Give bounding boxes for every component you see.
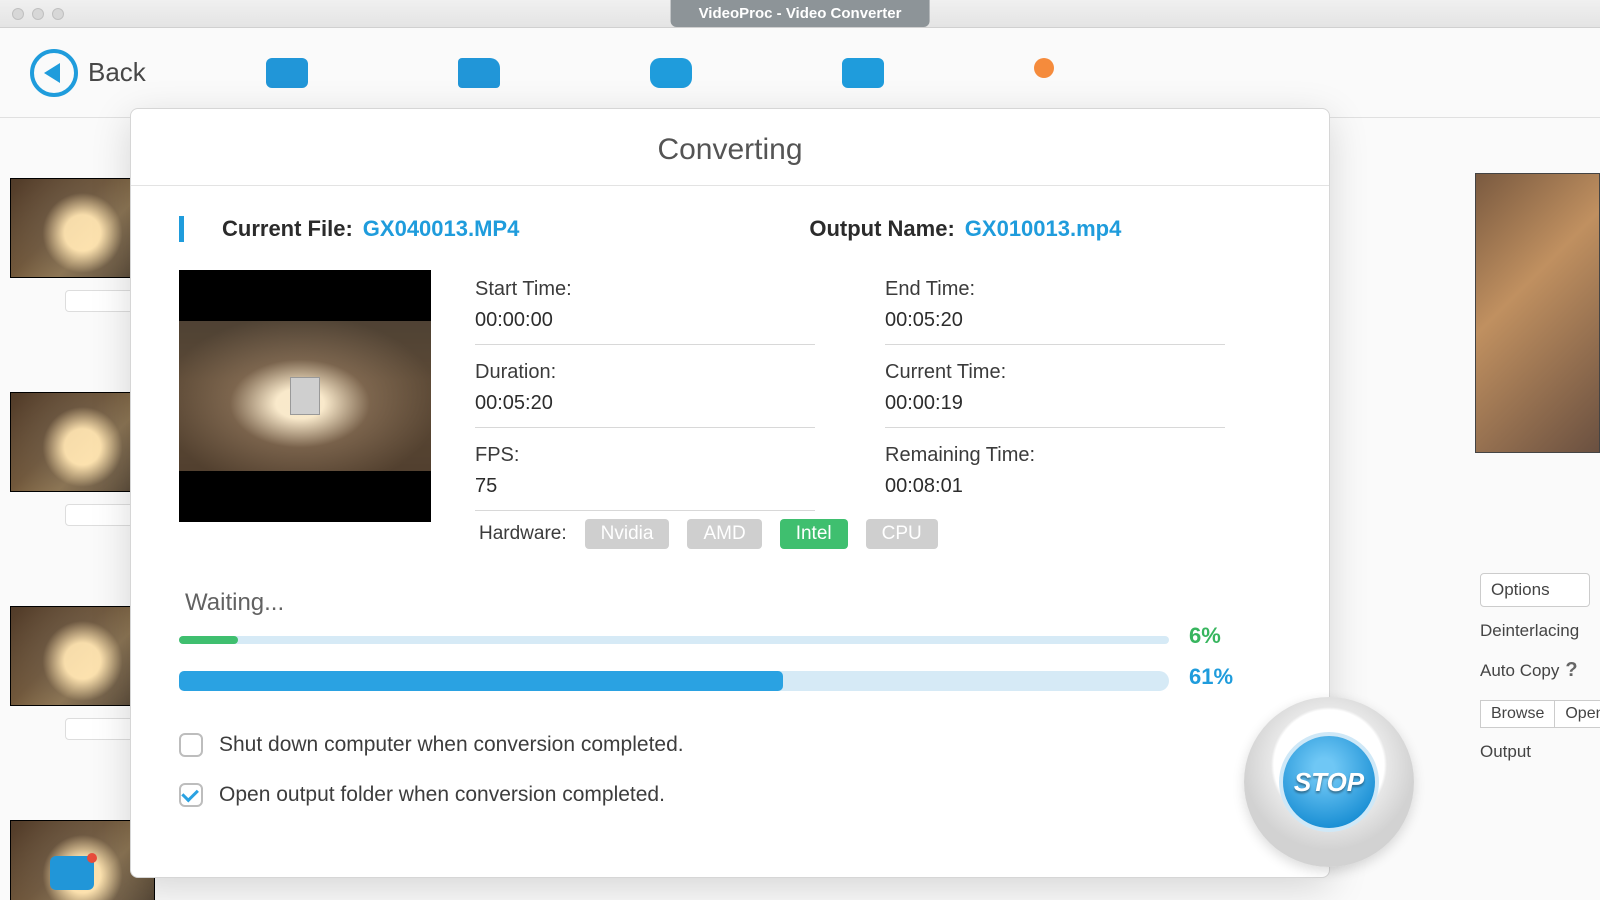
deinterlacing-option[interactable]: Deinterlacing [1480,621,1590,641]
converting-dialog: Converting Current File: GX040013.MP4 Ou… [130,108,1330,878]
help-icon[interactable]: ? [1565,659,1577,682]
output-name-label: Output Name: [809,216,954,242]
minimize-window-icon[interactable] [32,8,44,20]
zoom-window-icon[interactable] [52,8,64,20]
app-badge-icon[interactable] [50,856,94,890]
checkbox-icon [179,783,203,807]
hw-intel-button[interactable]: Intel [780,519,848,549]
current-time-value: 00:00:19 [885,392,1225,415]
total-progress-percent: 61% [1189,664,1233,690]
start-time-label: Start Time: [475,278,815,301]
current-file-label: Current File: [222,216,353,242]
notification-icon[interactable] [1034,58,1054,78]
open-folder-label: Open output folder when conversion compl… [219,783,665,807]
top-toolbar: Back [0,28,1600,118]
status-waiting-label: Waiting... [185,589,1281,617]
auto-copy-option[interactable]: Auto Copy? [1480,659,1590,682]
traffic-lights [0,8,64,20]
hw-amd-button[interactable]: AMD [687,519,761,549]
video-preview [179,270,431,522]
current-time-label: Current Time: [885,361,1225,384]
back-label: Back [88,57,146,88]
hw-nvidia-button[interactable]: Nvidia [585,519,670,549]
preview-panel-bg [1475,173,1600,453]
right-panel: Options Deinterlacing Auto Copy? Browse … [1480,573,1590,780]
video-icon[interactable] [266,58,308,88]
back-arrow-icon [30,49,78,97]
options-button[interactable]: Options [1480,573,1590,607]
output-name-value: GX010013.mp4 [965,216,1122,242]
back-button[interactable]: Back [30,49,146,97]
browse-button[interactable]: Browse [1480,700,1554,728]
window-title: VideoProc - Video Converter [671,0,930,27]
end-time-value: 00:05:20 [885,309,1225,332]
fps-value: 75 [475,475,815,498]
remaining-time-label: Remaining Time: [885,444,1225,467]
duration-label: Duration: [475,361,815,384]
shutdown-checkbox[interactable]: Shut down computer when conversion compl… [179,733,1281,757]
fps-label: FPS: [475,444,815,467]
remaining-time-value: 00:08:01 [885,475,1225,498]
folder-icon[interactable] [458,58,500,88]
end-time-label: End Time: [885,278,1225,301]
total-progress-bar [179,671,1169,691]
checkbox-icon [179,733,203,757]
camera-icon[interactable] [842,58,884,88]
output-label: Output [1480,742,1590,762]
dvd-icon[interactable] [650,58,692,88]
open-button[interactable]: Open [1554,700,1600,728]
dialog-title: Converting [131,109,1329,186]
stop-button[interactable]: STOP [1279,732,1379,832]
accent-bar [179,216,184,242]
duration-value: 00:05:20 [475,392,815,415]
hardware-label: Hardware: [479,523,567,545]
file-progress-bar [179,636,1169,644]
close-window-icon[interactable] [12,8,24,20]
window-titlebar: VideoProc - Video Converter [0,0,1600,28]
start-time-value: 00:00:00 [475,309,815,332]
open-folder-checkbox[interactable]: Open output folder when conversion compl… [179,783,1281,807]
shutdown-label: Shut down computer when conversion compl… [219,733,684,757]
current-file-value: GX040013.MP4 [363,216,520,242]
file-progress-percent: 6% [1189,623,1221,649]
stop-button-wrap: STOP [1244,697,1414,867]
